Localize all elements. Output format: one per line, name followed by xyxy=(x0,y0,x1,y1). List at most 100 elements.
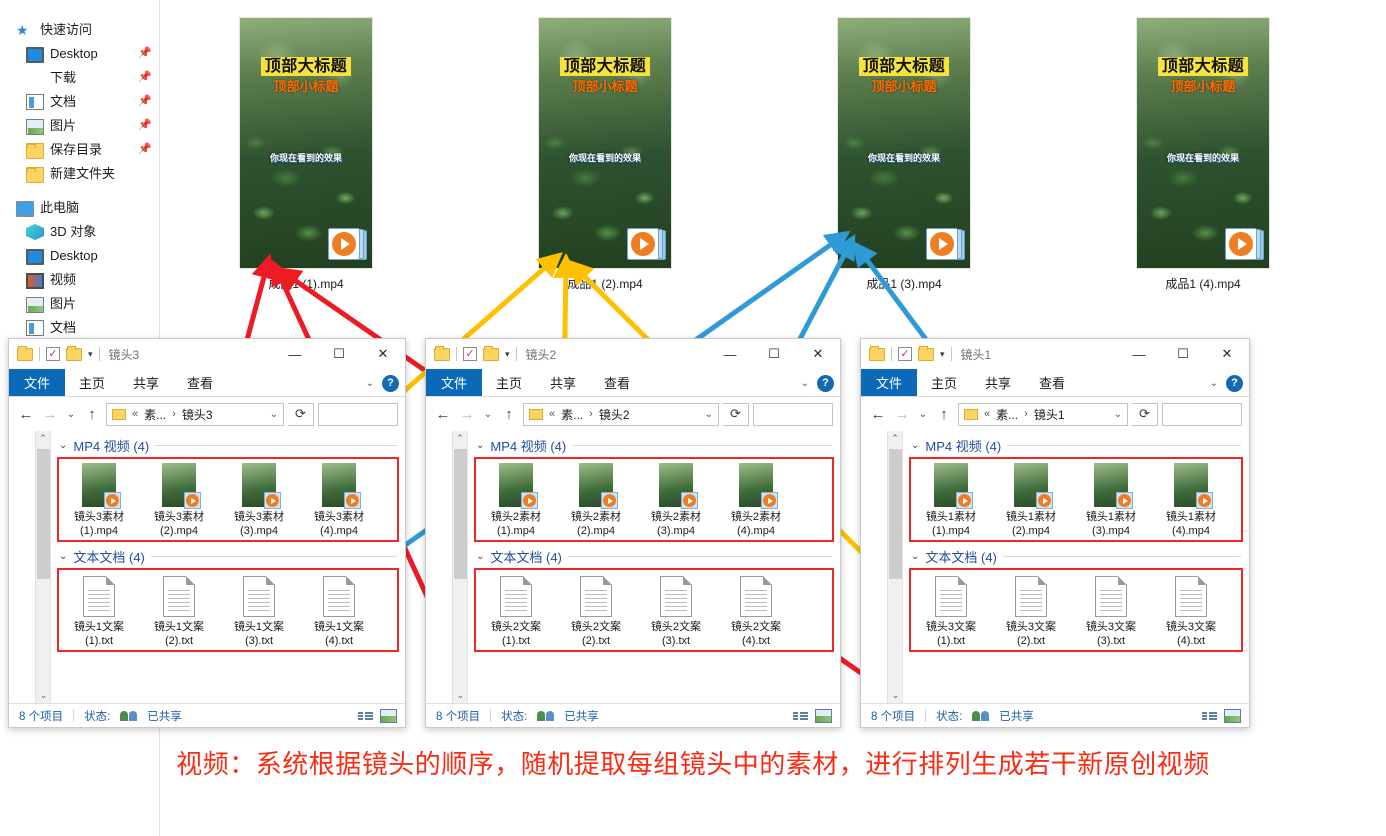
tab-1[interactable]: 共享 xyxy=(971,369,1025,396)
window-controls[interactable]: — ☐ ✕ xyxy=(273,339,405,369)
nav-scrollbar[interactable]: ⌃ ⌄ xyxy=(35,431,50,703)
group-header-1[interactable]: ⌄ 文本文档 (4) xyxy=(51,546,405,566)
chevron-down-icon[interactable]: ▾ xyxy=(940,349,945,360)
tree-item-1-2[interactable]: 视频 xyxy=(0,268,159,292)
scrollbar-thumb[interactable] xyxy=(889,449,902,579)
file-item[interactable]: 镜头2素材 (2).mp4 xyxy=(556,463,636,538)
chevron-down-icon[interactable]: ⌄ xyxy=(705,409,713,420)
tab-1[interactable]: 共享 xyxy=(536,369,590,396)
quick-access-toolbar[interactable]: ✓ ▾ xyxy=(869,345,952,361)
tree-group-this-pc[interactable]: 此电脑 xyxy=(0,196,159,220)
chevron-down-icon[interactable]: ⌄ xyxy=(270,409,278,420)
output-video-2[interactable]: 顶部大标题 顶部小标题 你现在看到的效果 成品1 (2).mp4 xyxy=(539,18,671,292)
help-icon[interactable]: ? xyxy=(1226,374,1243,392)
search-input[interactable] xyxy=(1162,402,1242,426)
explorer-window-镜头2[interactable]: ✓ ▾ 镜头2— ☐ ✕ 文件 主页 共享 查看 ⌄? ← → ⌄ ↑ «素... › 镜头2 ⌄ ⟳ ⌃ ⌄ ⌄ MP4 … xyxy=(425,338,841,728)
tab-0[interactable]: 主页 xyxy=(482,369,536,396)
file-item[interactable]: 镜头1素材 (2).mp4 xyxy=(991,463,1071,538)
file-list-pane[interactable]: ⌄ MP4 视频 (4) 镜头3素材 (1).mp4 镜头3素材 (2).mp4 镜头3素材… xyxy=(51,431,405,703)
forward-icon[interactable]: → xyxy=(457,406,477,423)
back-icon[interactable]: ← xyxy=(16,406,36,423)
properties-icon[interactable]: ✓ xyxy=(898,347,912,361)
file-item[interactable]: 镜头2素材 (1).mp4 xyxy=(476,463,556,538)
folder-icon[interactable] xyxy=(434,345,450,361)
view-mode-buttons[interactable] xyxy=(793,708,832,723)
details-view-icon[interactable] xyxy=(1202,709,1217,722)
breadcrumb-overflow[interactable]: « xyxy=(132,408,138,420)
scroll-up-icon[interactable]: ⌃ xyxy=(888,431,902,446)
chevron-down-icon[interactable]: ⌄ xyxy=(476,551,484,562)
group-header-1[interactable]: ⌄ 文本文档 (4) xyxy=(468,546,840,566)
scrollbar-thumb[interactable] xyxy=(454,449,467,579)
file-item[interactable]: 镜头1文案 (1).txt xyxy=(59,574,139,648)
large-icons-view-icon[interactable] xyxy=(815,708,832,723)
file-item[interactable]: 镜头3文案 (3).txt xyxy=(1071,574,1151,648)
tab-file[interactable]: 文件 xyxy=(9,369,66,396)
ribbon-right[interactable]: ⌄? xyxy=(801,369,834,397)
view-mode-buttons[interactable] xyxy=(358,708,397,723)
output-video-3[interactable]: 顶部大标题 顶部小标题 你现在看到的效果 成品1 (3).mp4 xyxy=(838,18,970,292)
nav-scrollbar[interactable]: ⌃ ⌄ xyxy=(887,431,902,703)
ribbon-right[interactable]: ⌄? xyxy=(1210,369,1243,397)
tab-file[interactable]: 文件 xyxy=(426,369,483,396)
breadcrumb-root[interactable]: 素... xyxy=(561,406,583,423)
file-list-pane[interactable]: ⌄ MP4 视频 (4) 镜头2素材 (1).mp4 镜头2素材 (2).mp4 镜头2素材… xyxy=(468,431,840,703)
folder-icon[interactable] xyxy=(17,345,33,361)
breadcrumb[interactable]: « 素... › 镜头3 ⌄ xyxy=(106,402,284,426)
chevron-down-icon[interactable]: ▾ xyxy=(505,349,510,360)
tree-item-1-4[interactable]: 文档 xyxy=(0,316,159,340)
recent-locations-icon[interactable]: ⌄ xyxy=(64,409,78,420)
file-item[interactable]: 镜头2文案 (3).txt xyxy=(636,574,716,648)
breadcrumb[interactable]: « 素... › 镜头1 ⌄ xyxy=(958,402,1128,426)
file-item[interactable]: 镜头2文案 (4).txt xyxy=(716,574,796,648)
chevron-down-icon[interactable]: ⌄ xyxy=(1114,409,1122,420)
search-input[interactable] xyxy=(753,402,833,426)
scroll-up-icon[interactable]: ⌃ xyxy=(453,431,467,446)
pin-icon[interactable]: 📌 xyxy=(138,71,152,84)
nav-scrollbar[interactable]: ⌃ ⌄ xyxy=(452,431,467,703)
navigation-pane[interactable]: ⌃ ⌄ xyxy=(426,431,468,703)
video-thumbnail[interactable]: 顶部大标题 顶部小标题 你现在看到的效果 xyxy=(1137,18,1269,268)
output-video-4[interactable]: 顶部大标题 顶部小标题 你现在看到的效果 成品1 (4).mp4 xyxy=(1137,18,1269,292)
help-icon[interactable]: ? xyxy=(382,374,399,392)
tree-item-0-1[interactable]: 下载 📌 xyxy=(0,66,159,90)
tree-item-1-1[interactable]: Desktop xyxy=(0,244,159,268)
ribbon-tabs[interactable]: 文件 主页 共享 查看 ⌄? xyxy=(861,369,1249,397)
tab-1[interactable]: 共享 xyxy=(119,369,173,396)
back-icon[interactable]: ← xyxy=(868,406,888,423)
refresh-button[interactable]: ⟳ xyxy=(723,402,749,426)
file-item[interactable]: 镜头1素材 (4).mp4 xyxy=(1151,463,1231,538)
pin-icon[interactable]: 📌 xyxy=(138,143,152,156)
breadcrumb-current[interactable]: 镜头2 xyxy=(599,406,630,423)
tab-2[interactable]: 查看 xyxy=(1025,369,1079,396)
recent-locations-icon[interactable]: ⌄ xyxy=(916,409,930,420)
close-button[interactable]: ✕ xyxy=(361,339,405,369)
back-icon[interactable]: ← xyxy=(433,406,453,423)
video-thumbnail[interactable]: 顶部大标题 顶部小标题 你现在看到的效果 xyxy=(240,18,372,268)
chevron-down-icon[interactable]: ⌄ xyxy=(801,378,809,389)
scroll-down-icon[interactable]: ⌄ xyxy=(888,688,902,703)
quick-access-toolbar[interactable]: ✓ ▾ xyxy=(17,345,100,361)
chevron-down-icon[interactable]: ⌄ xyxy=(476,440,484,451)
tree-group-quick-access[interactable]: ★ 快速访问 xyxy=(0,18,159,42)
details-view-icon[interactable] xyxy=(793,709,808,722)
close-button[interactable]: ✕ xyxy=(796,339,840,369)
chevron-down-icon[interactable]: ⌄ xyxy=(59,551,67,562)
window-titlebar[interactable]: ✓ ▾ 镜头1— ☐ ✕ xyxy=(861,339,1249,369)
tab-2[interactable]: 查看 xyxy=(173,369,227,396)
tree-item-1-0[interactable]: 3D 对象 xyxy=(0,220,159,244)
chevron-down-icon[interactable]: ⌄ xyxy=(911,551,919,562)
forward-icon[interactable]: → xyxy=(892,406,912,423)
breadcrumb-root[interactable]: 素... xyxy=(996,406,1018,423)
explorer-window-镜头3[interactable]: ✓ ▾ 镜头3— ☐ ✕ 文件 主页 共享 查看 ⌄? ← → ⌄ ↑ «素... › 镜头3 ⌄ ⟳ ⌃ ⌄ ⌄ MP4 … xyxy=(8,338,406,728)
chevron-down-icon[interactable]: ⌄ xyxy=(911,440,919,451)
refresh-button[interactable]: ⟳ xyxy=(288,402,314,426)
file-item[interactable]: 镜头3素材 (1).mp4 xyxy=(59,463,139,538)
file-list-pane[interactable]: ⌄ MP4 视频 (4) 镜头1素材 (1).mp4 镜头1素材 (2).mp4 镜头1素材… xyxy=(903,431,1249,703)
address-bar[interactable]: ← → ⌄ ↑ « 素... › 镜头1 ⌄ ⟳ xyxy=(861,397,1249,431)
pin-icon[interactable]: 📌 xyxy=(138,95,152,108)
forward-icon[interactable]: → xyxy=(40,406,60,423)
details-view-icon[interactable] xyxy=(358,709,373,722)
up-icon[interactable]: ↑ xyxy=(82,406,102,423)
ribbon-tabs[interactable]: 文件 主页 共享 查看 ⌄? xyxy=(426,369,840,397)
